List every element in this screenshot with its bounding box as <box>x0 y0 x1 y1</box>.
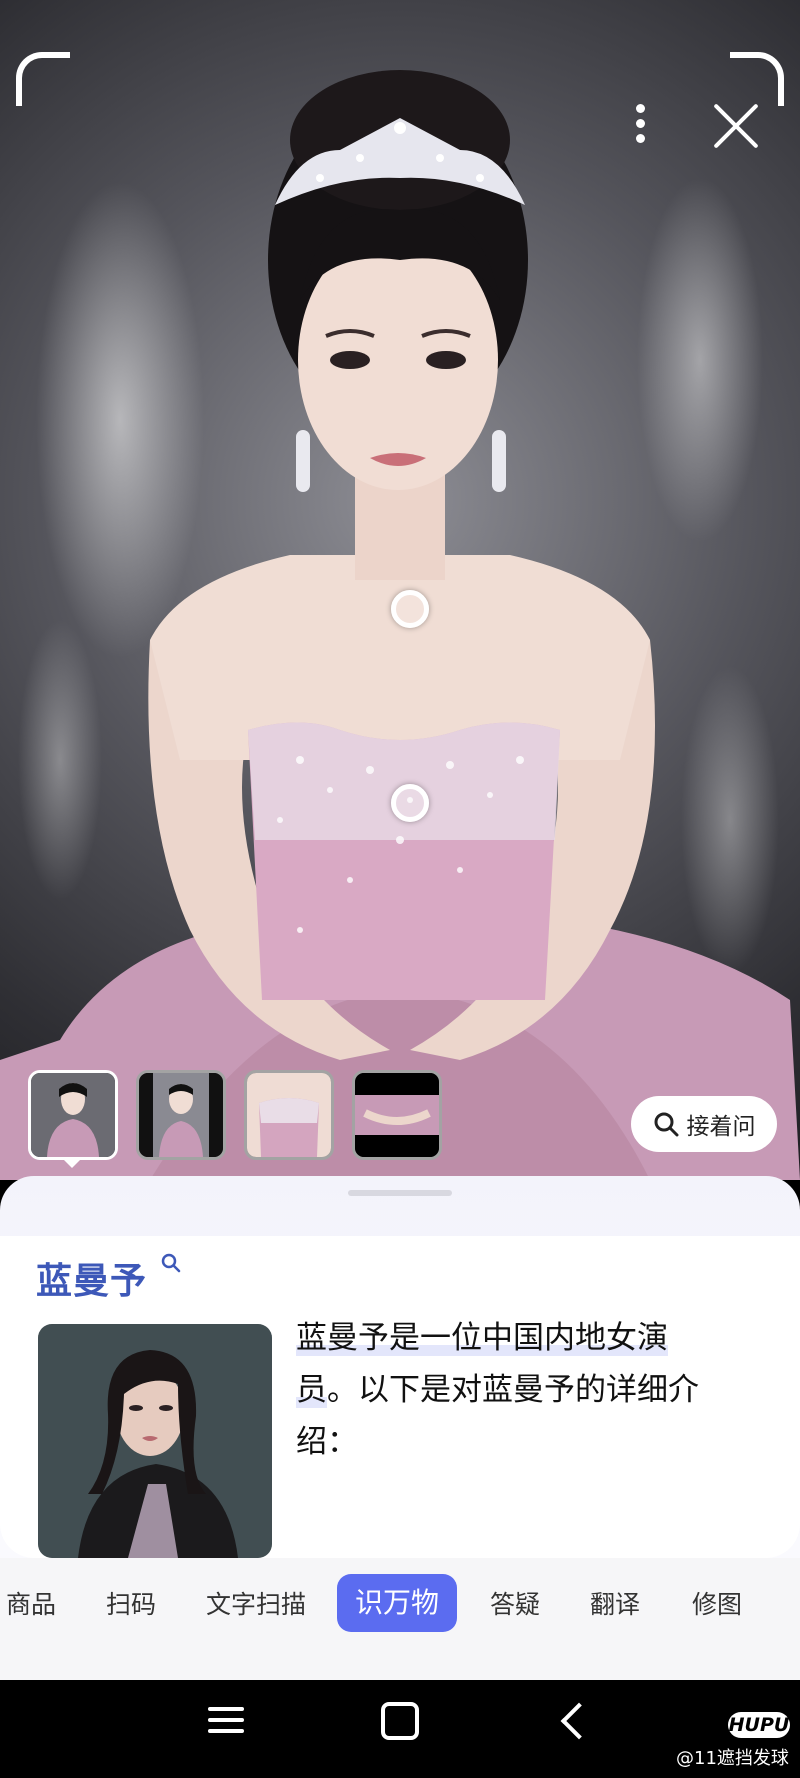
entity-description: 蓝曼予是一位中国内地女演 员。以下是对蓝曼予的详细介 绍： <box>296 1312 766 1468</box>
description-line: 绍： <box>296 1424 358 1460</box>
search-icon <box>654 1112 678 1137</box>
close-icon[interactable] <box>710 100 762 152</box>
hupu-logo: HUPU <box>728 1712 790 1738</box>
sheet-drag-handle[interactable] <box>348 1190 452 1196</box>
tab-text-scan[interactable]: 文字扫描 <box>206 1576 306 1634</box>
thumbnail-portrait-crop[interactable] <box>136 1070 226 1160</box>
crop-thumbnails <box>28 1070 442 1160</box>
detection-point-dress[interactable] <box>391 784 429 822</box>
tab-product[interactable]: 商品 <box>6 1576 56 1634</box>
portrait-photo <box>0 70 800 1180</box>
ask-followup-button[interactable]: 接着问 <box>631 1096 777 1152</box>
more-vertical-icon[interactable] <box>628 100 652 156</box>
search-icon[interactable] <box>160 1252 182 1274</box>
home-icon[interactable] <box>381 1702 419 1740</box>
description-line: 员 <box>296 1372 327 1408</box>
entity-title[interactable]: 蓝曼予 <box>36 1252 147 1304</box>
thumbnail-dress-crop[interactable] <box>244 1070 334 1160</box>
camera-viewport <box>0 0 800 1180</box>
entity-photo[interactable] <box>38 1324 272 1558</box>
tab-qa[interactable]: 答疑 <box>490 1576 540 1634</box>
menu-icon[interactable] <box>208 1702 244 1738</box>
tab-edit-photo[interactable]: 修图 <box>692 1576 742 1634</box>
back-icon[interactable] <box>558 1702 594 1742</box>
result-sheet[interactable]: 蓝曼予 蓝曼予是一位中国内地女演 员。以下是对蓝曼予的详细介 绍： <box>0 1176 800 1558</box>
thumbnail-hands-crop[interactable] <box>352 1070 442 1160</box>
tab-identify-anything[interactable]: 识万物 <box>337 1574 458 1632</box>
ask-followup-label: 接着问 <box>686 1114 756 1140</box>
tab-translate[interactable]: 翻译 <box>590 1576 640 1634</box>
mode-tab-bar: 商品 扫码 文字扫描 识万物 答疑 翻译 修图 <box>0 1558 800 1680</box>
description-line: 蓝曼予是一位中国内地女演 <box>296 1320 668 1356</box>
scan-frame-corner <box>16 52 70 106</box>
scan-frame-corner <box>730 52 784 106</box>
detection-point-face[interactable] <box>391 590 429 628</box>
watermark-text: @11遮挡发球 <box>676 1748 789 1769</box>
thumbnail-full-portrait[interactable] <box>28 1070 118 1160</box>
thumbnail-pointer <box>62 1158 82 1168</box>
description-line: 。以下是对蓝曼予的详细介 <box>327 1372 699 1408</box>
tab-scan-code[interactable]: 扫码 <box>106 1576 156 1634</box>
